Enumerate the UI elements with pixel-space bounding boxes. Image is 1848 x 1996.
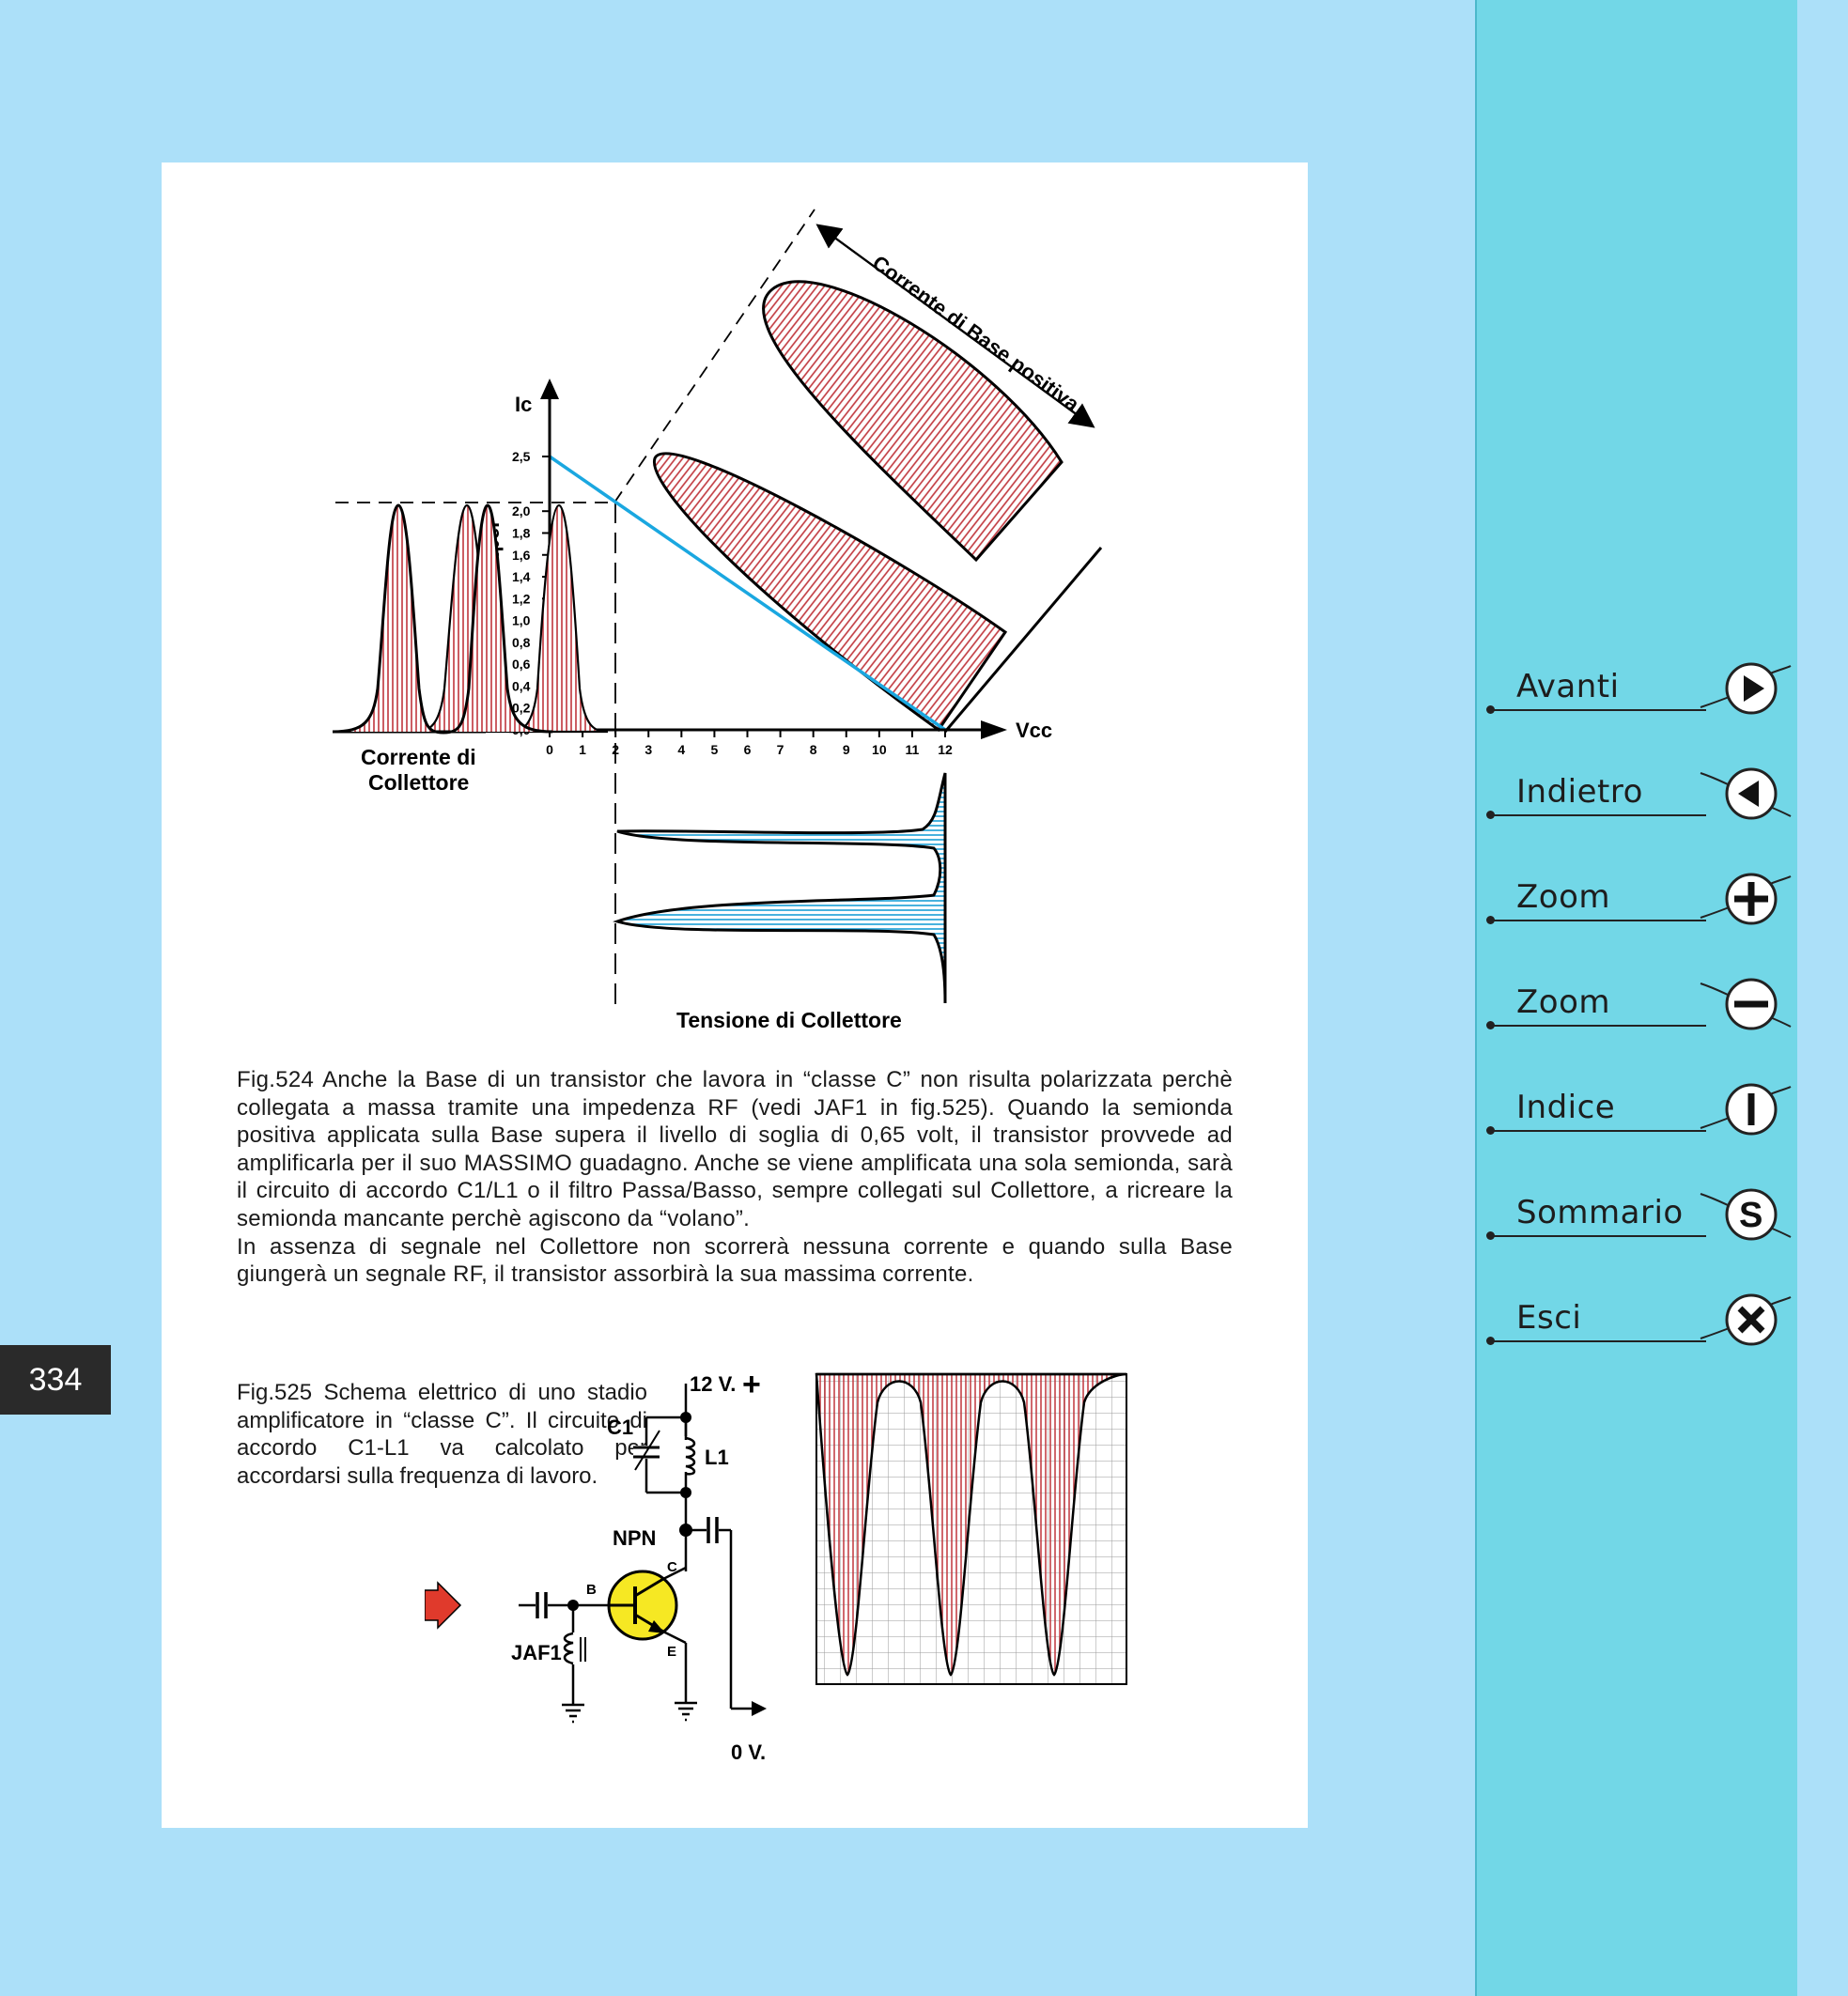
x-tick-label: 4 bbox=[677, 742, 685, 757]
l1-label: L1 bbox=[705, 1446, 729, 1469]
x-axis-arrow-icon bbox=[981, 720, 1007, 739]
x-axis-ticks: 0 1 2 3 4 5 6 7 8 9 10 11 12 bbox=[546, 730, 953, 757]
transistor-type-label: NPN bbox=[613, 1526, 656, 1550]
nav-underline bbox=[1490, 814, 1706, 816]
nav-label: Avanti bbox=[1516, 668, 1620, 705]
x-tick-label: 10 bbox=[872, 742, 887, 757]
y-tick-label: 1,0 bbox=[512, 613, 531, 628]
index-icon[interactable] bbox=[1699, 1081, 1793, 1137]
x-tick-label: 0 bbox=[546, 742, 553, 757]
oscilloscope-display bbox=[815, 1372, 1127, 1685]
y-tick-label: 2,5 bbox=[512, 449, 531, 464]
arrow-left-icon[interactable] bbox=[1699, 766, 1793, 822]
nav-underline bbox=[1490, 1235, 1706, 1237]
figure-524-diagram: Corrente di Base positiva Ic Amper Vcc 2… bbox=[332, 209, 1103, 1032]
jaf1-label: JAF1 bbox=[511, 1641, 562, 1664]
tank-node-top bbox=[680, 1412, 691, 1423]
y-tick-label: 0,4 bbox=[512, 678, 531, 693]
output-arrow-icon bbox=[752, 1701, 767, 1716]
emitter-wire-1 bbox=[662, 1630, 687, 1645]
y-tick-label: 1,8 bbox=[512, 525, 531, 540]
y-tick-label: 0,8 bbox=[512, 635, 531, 650]
nav-sommario-button[interactable]: Sommario S bbox=[1477, 1186, 1797, 1243]
nav-underline bbox=[1490, 920, 1706, 921]
nav-indietro-button[interactable]: Indietro bbox=[1477, 766, 1797, 822]
y-tick-label: 1,6 bbox=[512, 548, 531, 563]
svg-text:S: S bbox=[1739, 1196, 1763, 1235]
nav-label: Zoom bbox=[1516, 878, 1611, 916]
y-tick-label: 1,4 bbox=[512, 569, 531, 584]
nav-label: Indice bbox=[1516, 1089, 1616, 1126]
x-tick-label: 12 bbox=[938, 742, 953, 757]
nav-avanti-button[interactable]: Avanti bbox=[1477, 660, 1797, 717]
output-label: 0 V. bbox=[731, 1741, 766, 1764]
x-tick-label: 3 bbox=[644, 742, 652, 757]
c1-label: C1 bbox=[607, 1416, 633, 1439]
nav-esci-button[interactable]: Esci bbox=[1477, 1292, 1797, 1348]
y-tick-label: 1,2 bbox=[512, 591, 531, 606]
x-tick-label: 2 bbox=[612, 742, 619, 757]
base-pin-label: B bbox=[586, 1582, 597, 1598]
zoom-out-icon[interactable] bbox=[1699, 976, 1793, 1032]
page-number: 334 bbox=[0, 1345, 111, 1415]
page-sheet: Corrente di Base positiva Ic Amper Vcc 2… bbox=[162, 162, 1308, 1828]
exit-icon[interactable] bbox=[1699, 1292, 1793, 1348]
collector-pin-label: C bbox=[667, 1559, 677, 1575]
collector-voltage-waveform bbox=[613, 772, 947, 1004]
y-axis-arrow-icon bbox=[540, 379, 559, 399]
nav-underline bbox=[1490, 1025, 1706, 1027]
supply-voltage-label: 12 V. bbox=[690, 1372, 736, 1396]
summary-icon[interactable]: S bbox=[1699, 1186, 1793, 1243]
nav-zoom-in-button[interactable]: Zoom bbox=[1477, 871, 1797, 927]
tank-node-bottom bbox=[680, 1487, 691, 1498]
caption-524-paragraph-2: In assenza di segnale nel Collettore non… bbox=[237, 1233, 1233, 1288]
figure-524-caption: Fig.524 Anche la Base di un transistor c… bbox=[237, 1066, 1233, 1289]
signal-arrow-icon bbox=[425, 1581, 462, 1630]
supply-plus-sign: + bbox=[742, 1367, 761, 1402]
caption-524-paragraph-1: Fig.524 Anche la Base di un transistor c… bbox=[237, 1067, 1233, 1231]
emitter-pin-label: E bbox=[667, 1644, 676, 1660]
x-tick-label: 1 bbox=[579, 742, 586, 757]
emitter-ground-icon bbox=[675, 1701, 697, 1722]
x-tick-label: 9 bbox=[843, 742, 850, 757]
x-tick-label: 11 bbox=[906, 742, 920, 757]
y-axis-symbol: Ic bbox=[515, 393, 532, 416]
nav-underline bbox=[1490, 1130, 1706, 1132]
nav-label: Esci bbox=[1516, 1299, 1582, 1337]
nav-underline bbox=[1490, 709, 1706, 711]
x-tick-label: 8 bbox=[810, 742, 817, 757]
x-tick-label: 6 bbox=[744, 742, 752, 757]
collector-voltage-label: Tensione di Collettore bbox=[676, 1008, 902, 1032]
collector-current-label-line2: Collettore bbox=[368, 770, 469, 795]
nav-zoom-out-button[interactable]: Zoom bbox=[1477, 976, 1797, 1032]
arrow-right-icon[interactable] bbox=[1699, 660, 1793, 717]
figure-525-schematic: 12 V. + C1 L1 0 V. NPN C B E JAF1 bbox=[425, 1367, 1127, 1764]
x-tick-label: 7 bbox=[777, 742, 784, 757]
x-tick-label: 5 bbox=[711, 742, 719, 757]
y-tick-label: 0,6 bbox=[512, 657, 531, 672]
nav-underline bbox=[1490, 1340, 1706, 1342]
collector-current-label-line1: Corrente di bbox=[361, 745, 476, 769]
y-tick-label: 2,0 bbox=[512, 503, 531, 518]
nav-label: Indietro bbox=[1516, 773, 1643, 811]
nav-label: Zoom bbox=[1516, 983, 1611, 1021]
x-axis-symbol: Vcc bbox=[1016, 719, 1052, 742]
zoom-in-icon[interactable] bbox=[1699, 871, 1793, 927]
navigation-sidebar: Avanti Indietro Zoom Zoom Indice Sommari… bbox=[1475, 0, 1797, 1996]
nav-label: Sommario bbox=[1516, 1194, 1684, 1231]
nav-indice-button[interactable]: Indice bbox=[1477, 1081, 1797, 1137]
choke-ground-icon bbox=[562, 1703, 584, 1724]
